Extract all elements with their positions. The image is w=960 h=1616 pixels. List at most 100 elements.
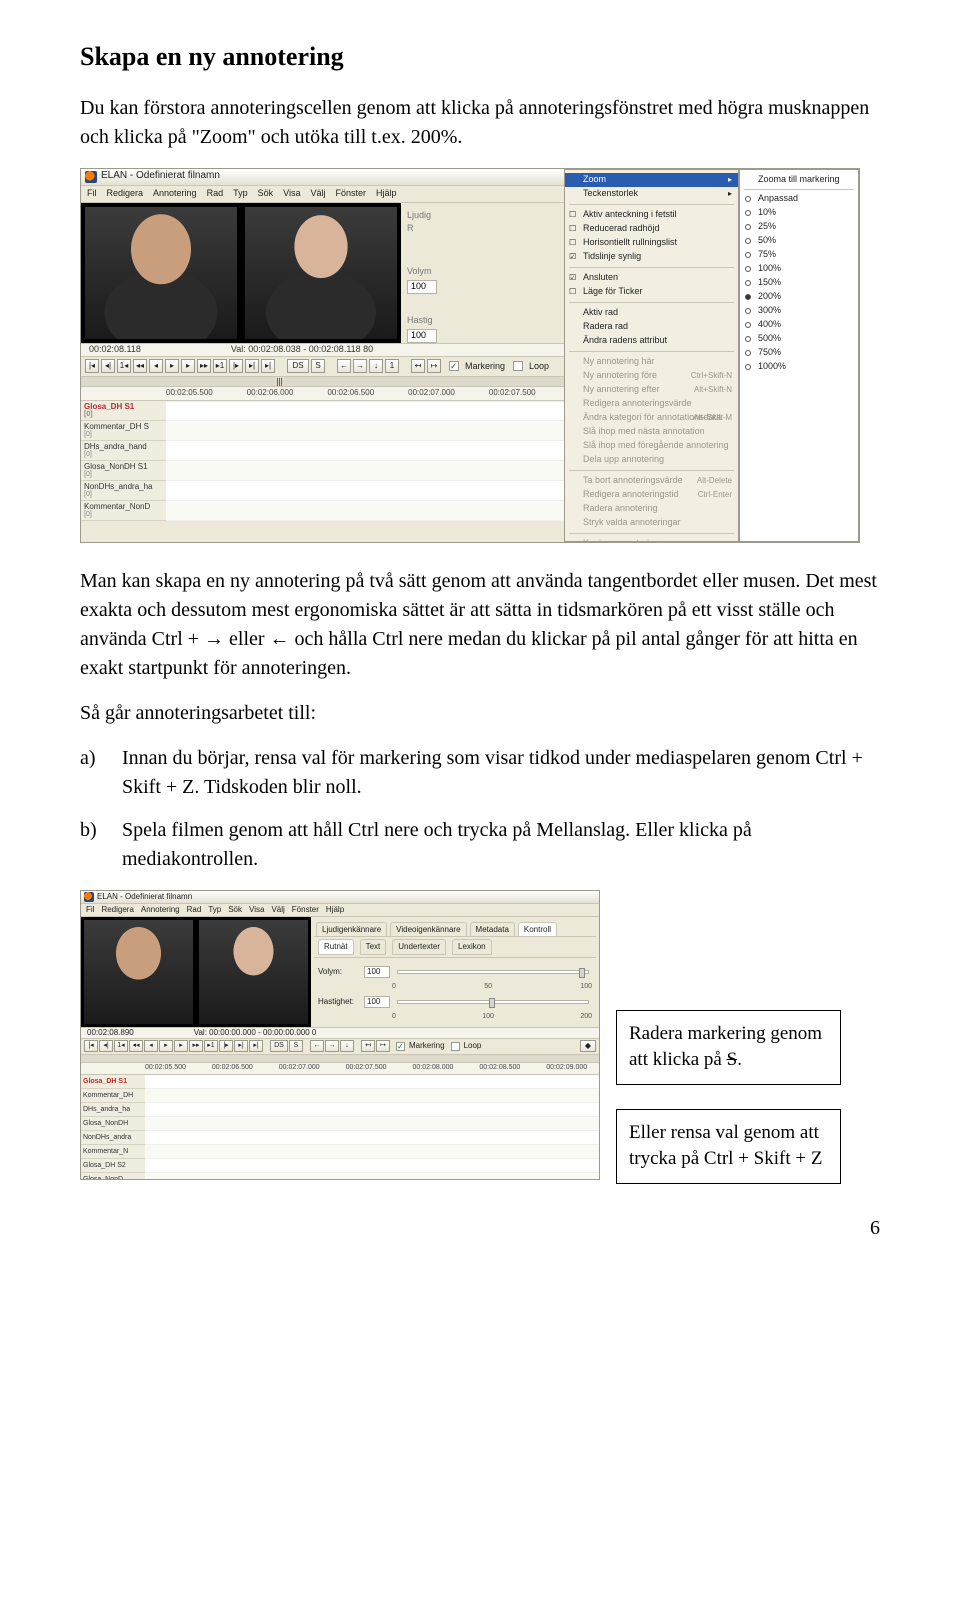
goto-start-button[interactable]: |◂	[84, 1040, 98, 1052]
ctx-item[interactable]: Aktiv rad	[565, 306, 738, 320]
step-back-px-button[interactable]: ◂	[144, 1040, 158, 1052]
menu-item[interactable]: Visa	[249, 904, 264, 916]
markering-checkbox[interactable]	[396, 1042, 405, 1051]
zoom-submenu[interactable]: Zooma till markering Anpassad 10% 25% 50…	[739, 169, 859, 542]
zoom-option[interactable]: 200%	[740, 290, 858, 304]
menu-rad[interactable]: Rad	[207, 187, 224, 200]
ctx-item[interactable]: ☑Tidslinje synlig	[565, 250, 738, 264]
zoom-option[interactable]: Anpassad	[740, 192, 858, 206]
tier-row[interactable]	[145, 1145, 599, 1159]
selection-mode-button[interactable]: ◆	[580, 1040, 596, 1052]
zoom-option[interactable]: 500%	[740, 332, 858, 346]
tier-label[interactable]: Kommentar_N	[81, 1145, 145, 1159]
sel-down-button[interactable]: ↓	[340, 1040, 354, 1052]
ctx-item[interactable]: Ny annotering här	[565, 355, 738, 369]
step-fwd-px-button[interactable]: ▸	[181, 359, 195, 373]
ctx-item[interactable]: ☐Läge för Ticker	[565, 285, 738, 299]
subtab-rutnat[interactable]: Rutnät	[318, 939, 354, 955]
ctx-item[interactable]: Dela upp annotering	[565, 453, 738, 467]
ctx-item[interactable]: ☑Ansluten	[565, 271, 738, 285]
subtab-lexikon[interactable]: Lexikon	[452, 939, 492, 955]
menu-annotering[interactable]: Annotering	[153, 187, 197, 200]
menu-valj[interactable]: Välj	[310, 187, 325, 200]
play-button[interactable]: ▸	[165, 359, 179, 373]
step-fwd-frame-button[interactable]: ▸▸	[189, 1040, 203, 1052]
sel-left-button[interactable]: ←	[337, 359, 351, 373]
goto-end-button[interactable]: ▸|	[245, 359, 259, 373]
prev-scroll-button[interactable]: ◂|	[101, 359, 115, 373]
context-menu[interactable]: Zoom▸ Teckenstorlek▸ ☐Aktiv anteckning i…	[564, 169, 739, 542]
s-button[interactable]: S	[311, 359, 325, 373]
menu-typ[interactable]: Typ	[233, 187, 248, 200]
ctx-teckenstorlek[interactable]: Teckenstorlek▸	[565, 187, 738, 201]
ctx-zoom[interactable]: Zoom▸	[565, 173, 738, 187]
tier-row[interactable]	[145, 1089, 599, 1103]
zoom-option[interactable]: 25%	[740, 220, 858, 234]
play-selection-button[interactable]: ▸|	[249, 1040, 263, 1052]
volym-slider[interactable]	[397, 970, 589, 974]
to-right-button[interactable]: ↦	[427, 359, 441, 373]
step-fwd-px-button[interactable]: ▸	[174, 1040, 188, 1052]
ctx-item[interactable]: Kopiera annotering	[565, 537, 738, 543]
zoom-option[interactable]: 400%	[740, 318, 858, 332]
tier-row[interactable]	[145, 1159, 599, 1173]
density-bar[interactable]	[81, 1055, 599, 1063]
annotation-canvas[interactable]	[145, 1075, 599, 1180]
subtab-undertexter[interactable]: Undertexter	[392, 939, 446, 955]
menu-item[interactable]: Hjälp	[326, 904, 344, 916]
zoom-option[interactable]: 150%	[740, 276, 858, 290]
play-selection-button[interactable]: ▸|	[261, 359, 275, 373]
menu-item[interactable]: Rad	[187, 904, 202, 916]
zoom-option[interactable]: 100%	[740, 262, 858, 276]
play-button[interactable]: ▸	[159, 1040, 173, 1052]
zoom-option[interactable]: 10%	[740, 206, 858, 220]
ctx-item[interactable]: ☐Reducerad radhöjd	[565, 222, 738, 236]
ctx-item[interactable]: Ändra kategori för annotationsdataAlt+Sk…	[565, 411, 738, 425]
s-button[interactable]: S	[289, 1040, 303, 1052]
goto-start-button[interactable]: |◂	[85, 359, 99, 373]
tab-ljudigenkannare[interactable]: Ljudigenkännare	[316, 922, 387, 937]
prev-scroll-button[interactable]: ◂|	[99, 1040, 113, 1052]
tier-row[interactable]	[145, 1131, 599, 1145]
tier-label[interactable]: Glosa_DH S1	[81, 1075, 145, 1089]
menu-sok[interactable]: Sök	[258, 187, 274, 200]
tier-label[interactable]: DHs_andra_ha	[81, 1103, 145, 1117]
time-ruler[interactable]: 00:02:05.500 00:02:06.500 00:02:07.000 0…	[81, 1063, 599, 1075]
ctx-item[interactable]: Redigera annoteringstidCtrl-Enter	[565, 488, 738, 502]
tier-label[interactable]: Kommentar_NonD[0]	[81, 501, 166, 521]
tier-label[interactable]: NonDHs_andra_ha[0]	[81, 481, 166, 501]
tab-kontroll[interactable]: Kontroll	[518, 922, 557, 937]
video-viewer[interactable]	[81, 203, 401, 343]
hastighet-value[interactable]: 100	[407, 329, 437, 343]
tier-label[interactable]: Glosa_DH S1[0]	[81, 401, 166, 421]
next-scroll-button[interactable]: |▸	[219, 1040, 233, 1052]
ctx-item[interactable]: Slå ihop med föregående annotering	[565, 439, 738, 453]
tab-metadata[interactable]: Metadata	[470, 922, 515, 937]
ctx-item[interactable]: Radera rad	[565, 320, 738, 334]
loop-checkbox[interactable]	[513, 361, 523, 371]
zoom-option[interactable]: 75%	[740, 248, 858, 262]
tier-label[interactable]: Kommentar_DH S[0]	[81, 421, 166, 441]
next-scroll-button[interactable]: |▸	[229, 359, 243, 373]
tier-label[interactable]: Glosa_NonDH S1[0]	[81, 461, 166, 481]
menu-item[interactable]: Välj	[271, 904, 284, 916]
video-viewer[interactable]	[81, 917, 311, 1027]
ctx-item[interactable]: Slå ihop med nästa annotation	[565, 425, 738, 439]
tier-label[interactable]: Glosa_DH S2	[81, 1159, 145, 1173]
ds-button[interactable]: DS	[287, 359, 309, 373]
ctx-item[interactable]: Ny annotering föreCtrl+Skift-N	[565, 369, 738, 383]
menu-item[interactable]: Redigera	[101, 904, 133, 916]
to-left-button[interactable]: ↤	[361, 1040, 375, 1052]
zoom-option[interactable]: 750%	[740, 346, 858, 360]
tier-label[interactable]: DHs_andra_hand[0]	[81, 441, 166, 461]
tier-row[interactable]	[145, 1103, 599, 1117]
tier-label[interactable]: Glosa_NonDH	[81, 1117, 145, 1131]
tier-label[interactable]: Glosa_NonD	[81, 1173, 145, 1180]
zoom-option[interactable]: 300%	[740, 304, 858, 318]
zoom-option[interactable]: 50%	[740, 234, 858, 248]
volym-value[interactable]: 100	[364, 966, 390, 978]
ctx-item[interactable]: Redigera annoteringsvärde	[565, 397, 738, 411]
markering-checkbox[interactable]	[449, 361, 459, 371]
volym-value[interactable]: 100	[407, 280, 437, 294]
step-back-frame-button[interactable]: ◂◂	[129, 1040, 143, 1052]
